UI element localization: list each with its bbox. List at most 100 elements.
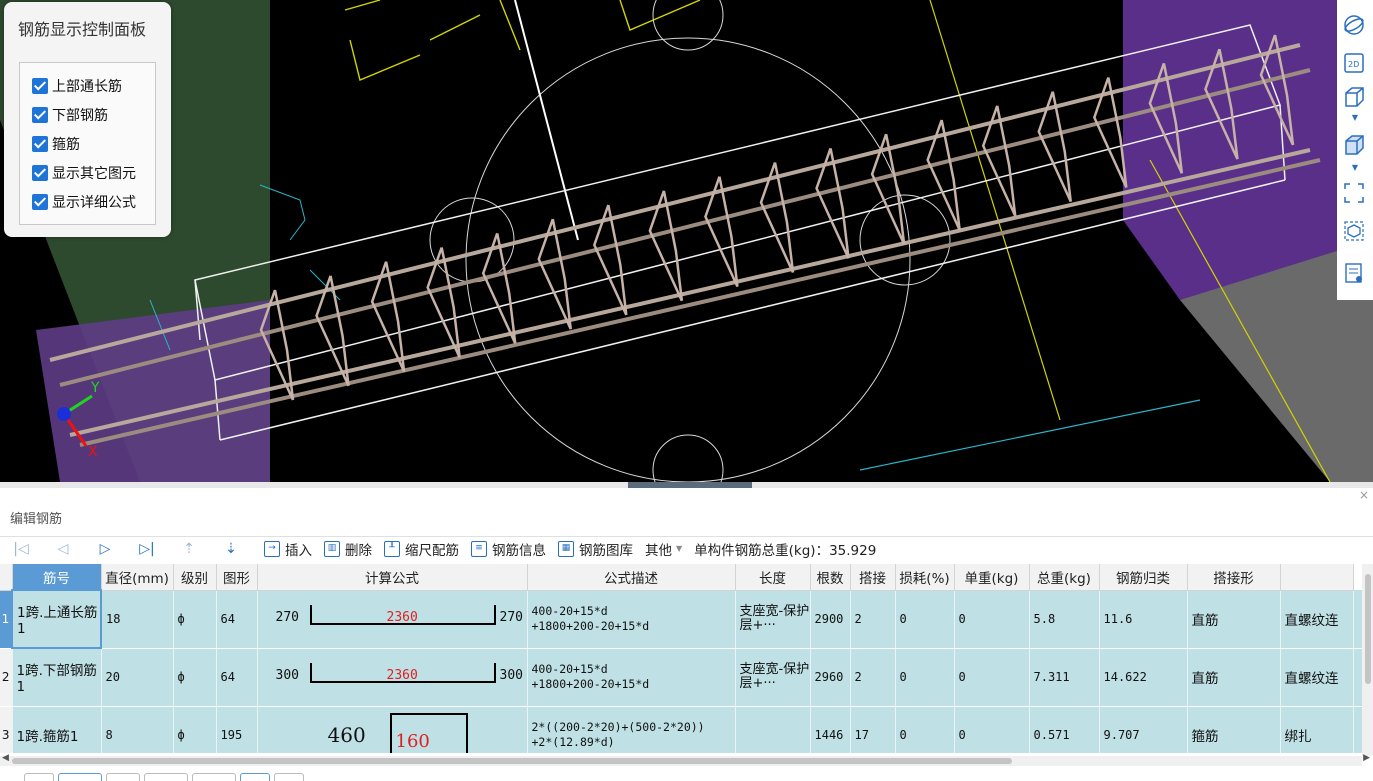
length-cell[interactable]: 2900	[810, 590, 851, 649]
diameter-cell[interactable]: 20	[101, 648, 174, 707]
bottom-tab[interactable]	[274, 773, 304, 781]
column-header[interactable]: 搭接	[850, 564, 896, 591]
total-weight-cell[interactable]: 14.622	[1099, 648, 1188, 707]
scroll-right-icon[interactable]: ▶	[1363, 753, 1370, 763]
count-cell[interactable]: 2	[850, 590, 896, 649]
2d-view-icon[interactable]: 2D	[1343, 52, 1367, 76]
category-cell[interactable]: 直筋	[1187, 590, 1281, 649]
rebar-info-button[interactable]: ≡ 钢筋信息	[471, 539, 546, 559]
total-weight-cell[interactable]: 9.707	[1099, 706, 1188, 753]
column-header[interactable]: 总重(kg)	[1029, 564, 1100, 591]
column-header[interactable]: 图形	[216, 564, 258, 591]
unit-weight-cell[interactable]: 0.571	[1029, 706, 1100, 753]
column-header[interactable]: 筋号	[12, 564, 102, 591]
checkbox-checked-icon[interactable]	[32, 165, 48, 181]
solid-view-icon[interactable]	[1343, 134, 1367, 158]
insert-button[interactable]: → 插入	[264, 539, 312, 559]
prev-record-icon[interactable]: ◁	[42, 541, 84, 557]
column-header[interactable]: 钢筋归类	[1099, 564, 1188, 591]
rebar-library-button[interactable]: ▦ 钢筋图库	[558, 539, 633, 559]
unit-weight-cell[interactable]: 7.311	[1029, 648, 1100, 707]
option-show-detail-formula[interactable]: 显示详细公式	[32, 191, 136, 213]
last-record-icon[interactable]: ▷|	[126, 541, 168, 557]
count-cell[interactable]: 2	[850, 648, 896, 707]
checkbox-checked-icon[interactable]	[32, 78, 48, 94]
lap-cell[interactable]: 0	[895, 590, 955, 649]
formula-desc-cell[interactable]: 支座宽-保护层+···	[735, 648, 811, 707]
column-header[interactable]: 公式描述	[527, 564, 736, 591]
column-header[interactable]: 搭接形	[1187, 564, 1281, 591]
next-record-icon[interactable]: ▷	[84, 541, 126, 557]
isolate-icon[interactable]	[1343, 220, 1367, 244]
formula-cell[interactable]: 400-20+15*d +1800+200-20+15*d	[527, 648, 736, 707]
bottom-tab[interactable]	[106, 773, 140, 781]
bottom-tab[interactable]	[144, 773, 188, 781]
diameter-cell[interactable]: 18	[101, 590, 174, 649]
box-view-icon[interactable]	[1343, 86, 1367, 110]
length-cell[interactable]: 1446	[810, 706, 851, 753]
option-show-other-elements[interactable]: 显示其它图元	[32, 162, 136, 184]
checkbox-checked-icon[interactable]	[32, 107, 48, 123]
loss-cell[interactable]: 0	[954, 590, 1030, 649]
unit-weight-cell[interactable]: 5.8	[1029, 590, 1100, 649]
table-row[interactable]: 3 1跨.箍筋1 8 ф 195 460 160 2*((200-2*20)+(500-…	[0, 706, 1362, 753]
chevron-down-icon[interactable]: ▼	[1343, 110, 1367, 124]
row-number[interactable]: 3	[0, 706, 13, 753]
category-cell[interactable]: 箍筋	[1187, 706, 1281, 753]
shape-cell[interactable]: 300 2360 300	[257, 648, 528, 707]
formula-desc-cell[interactable]	[735, 706, 811, 753]
grade-cell[interactable]: ф	[173, 590, 217, 649]
column-header[interactable]: 单重(kg)	[954, 564, 1030, 591]
option-stirrup[interactable]: 箍筋	[32, 133, 80, 155]
shape-cell[interactable]: 270 2360 270	[257, 590, 528, 649]
formula-cell[interactable]: 2*((200-2*20)+(500-2*20)) +2*(12.89*d)	[527, 706, 736, 753]
scrollbar-thumb[interactable]	[1365, 574, 1371, 684]
bottom-tab[interactable]	[58, 773, 102, 781]
orbit-icon[interactable]	[1343, 14, 1367, 38]
row-number[interactable]: 1	[0, 590, 13, 649]
other-dropdown[interactable]: 其他 ▼	[645, 539, 682, 559]
delete-button[interactable]: ▥ 删除	[324, 539, 372, 559]
bar-name-cell[interactable]: 1跨.箍筋1	[12, 706, 102, 753]
column-header[interactable]: 直径(mm)	[101, 564, 174, 591]
bar-name-cell[interactable]: 1跨.下部钢筋1	[12, 648, 102, 707]
shape-number-cell[interactable]: 64	[216, 648, 258, 707]
3d-viewport[interactable]: Y X 钢筋显示控制面板 上部通长筋 下部钢筋 箍筋 显示其它图元 显示详细公式…	[0, 0, 1373, 482]
lap-type-cell[interactable]: 绑扎	[1280, 706, 1354, 753]
first-record-icon[interactable]: |◁	[0, 541, 42, 557]
bottom-tab[interactable]	[24, 773, 54, 781]
properties-icon[interactable]	[1343, 262, 1367, 286]
formula-cell[interactable]: 400-20+15*d +1800+200-20+15*d	[527, 590, 736, 649]
grade-cell[interactable]: ф	[173, 706, 217, 753]
bottom-tab[interactable]	[240, 773, 270, 781]
shape-cell[interactable]: 460 160	[257, 706, 528, 753]
count-cell[interactable]: 17	[850, 706, 896, 753]
shape-number-cell[interactable]: 64	[216, 590, 258, 649]
lap-cell[interactable]: 0	[895, 706, 955, 753]
close-icon[interactable]: ×	[1359, 488, 1369, 502]
grade-cell[interactable]: ф	[173, 648, 217, 707]
column-header[interactable]: 长度	[735, 564, 811, 591]
diameter-cell[interactable]: 8	[101, 706, 174, 753]
lap-type-cell[interactable]: 直螺纹连	[1280, 648, 1354, 707]
bar-name-cell[interactable]: 1跨.上通长筋1	[11, 589, 102, 649]
bottom-tab[interactable]	[192, 773, 236, 781]
column-header[interactable]: 级别	[173, 564, 217, 591]
rebar-3d-scene[interactable]: Y X	[0, 0, 1373, 482]
option-top-through-bar[interactable]: 上部通长筋	[32, 75, 122, 97]
scale-rebar-button[interactable]: ╨ 缩尺配筋	[384, 539, 459, 559]
fit-view-icon[interactable]	[1343, 182, 1367, 206]
category-cell[interactable]: 直筋	[1187, 648, 1281, 707]
move-up-icon[interactable]: ⇡	[168, 541, 210, 557]
checkbox-checked-icon[interactable]	[32, 194, 48, 210]
vertical-scrollbar[interactable]	[1362, 564, 1373, 756]
total-weight-cell[interactable]: 11.6	[1099, 590, 1188, 649]
formula-desc-cell[interactable]: 支座宽-保护层+···	[735, 590, 811, 649]
option-bottom-bar[interactable]: 下部钢筋	[32, 104, 108, 126]
chevron-down-icon[interactable]: ▼	[1343, 160, 1367, 174]
column-header[interactable]	[1280, 564, 1354, 591]
scrollbar-thumb[interactable]	[12, 758, 1012, 764]
move-down-icon[interactable]: ⇣	[210, 541, 252, 557]
row-number[interactable]: 2	[0, 648, 13, 707]
length-cell[interactable]: 2960	[810, 648, 851, 707]
